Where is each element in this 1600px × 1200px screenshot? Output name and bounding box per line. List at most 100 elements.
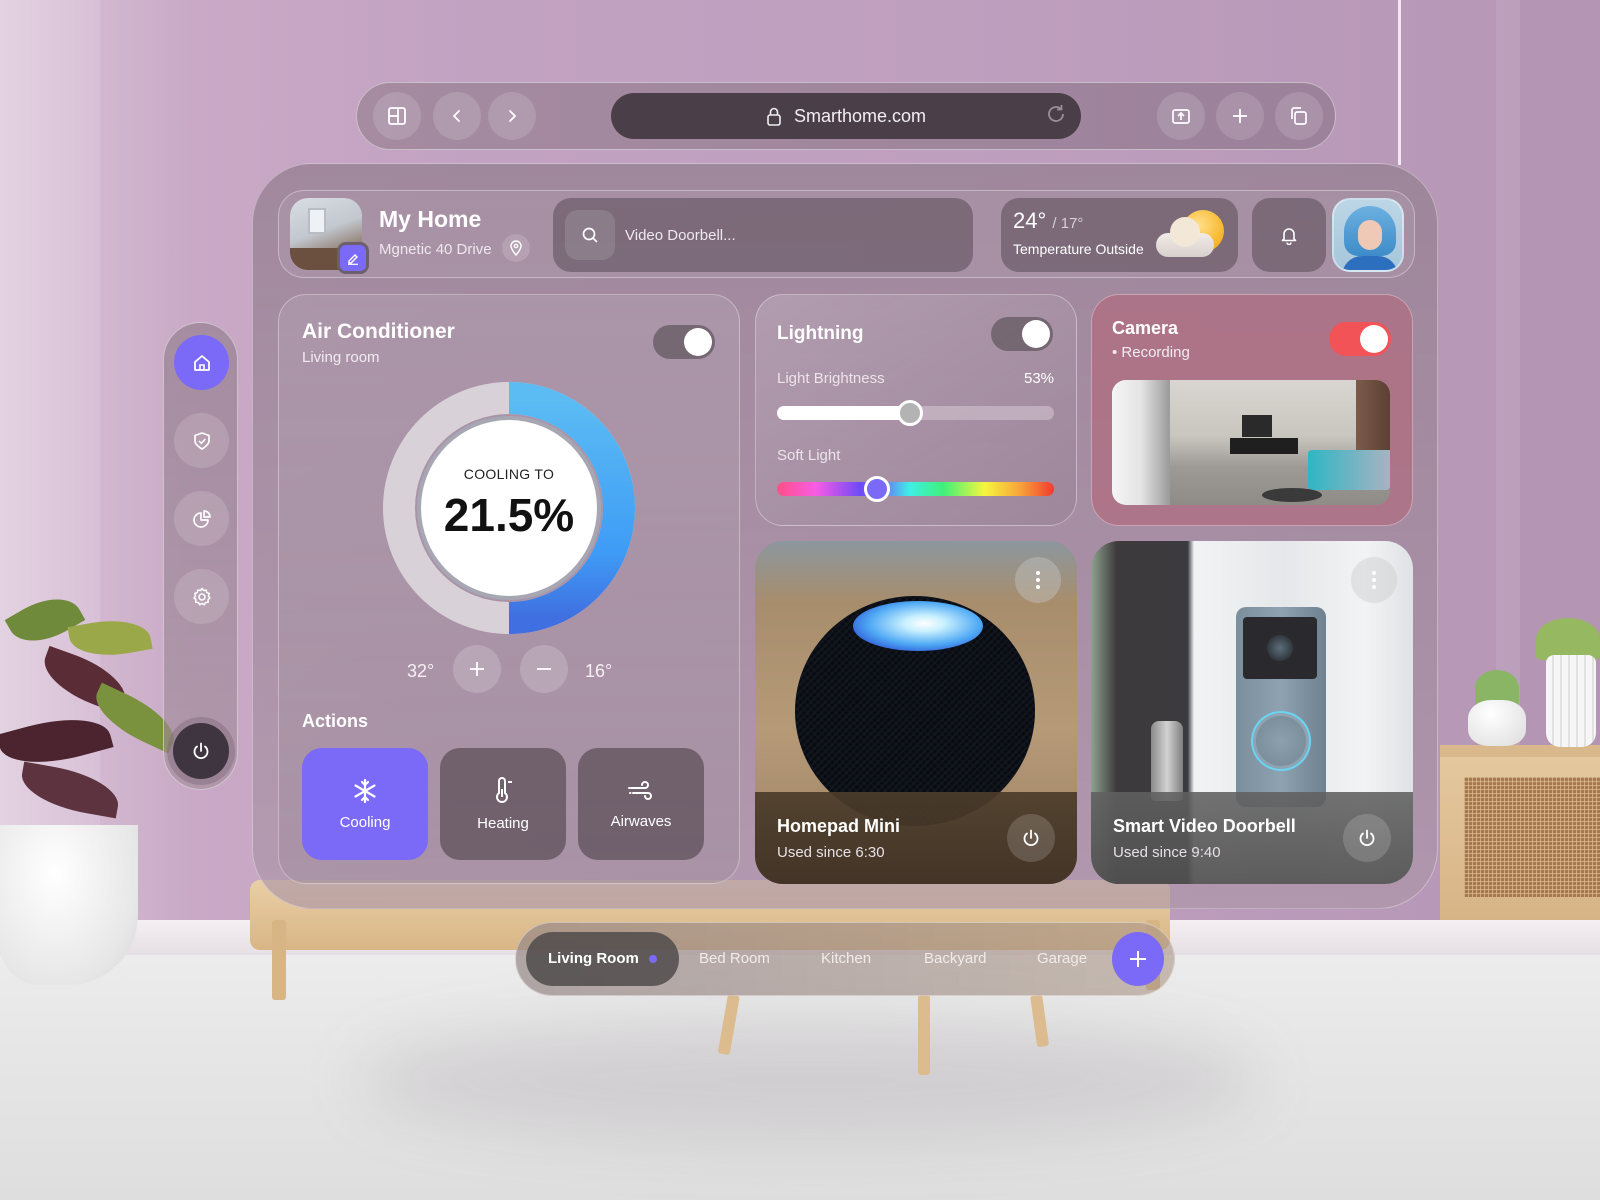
search-button[interactable] (565, 210, 615, 260)
wind-icon (627, 779, 655, 803)
minus-icon (535, 660, 553, 678)
tabs-button[interactable] (1275, 92, 1323, 140)
tab-backyard[interactable]: Backyard (924, 932, 987, 986)
camera-recording-toggle[interactable] (1329, 322, 1391, 356)
device-name: Smart Video Doorbell (1113, 816, 1296, 836)
url-text: Smarthome.com (793, 105, 927, 126)
feed-tv-stand (1230, 438, 1298, 454)
actions-heading: Actions (302, 711, 369, 731)
weather-high: 24° (1013, 208, 1047, 233)
homepod-more-button[interactable] (1015, 557, 1061, 603)
soft-light-slider[interactable] (777, 482, 1054, 496)
action-label: Heating (477, 814, 529, 832)
homepod-power-button[interactable] (1007, 814, 1055, 862)
feed-bed (1308, 450, 1390, 490)
doorbell-more-button[interactable] (1351, 557, 1397, 603)
tab-label: Living Room (548, 950, 639, 967)
tab-bed-room[interactable]: Bed Room (699, 932, 770, 986)
weather-widget: 24° / 17° Temperature Outside (1001, 198, 1238, 272)
sidebar-toggle-button[interactable] (373, 92, 421, 140)
search-input[interactable] (625, 220, 955, 250)
brightness-fill (777, 406, 910, 420)
weather-low: / 17° (1052, 215, 1084, 232)
weather-temps: 24° / 17° (1013, 208, 1083, 234)
doorbell-power-button[interactable] (1343, 814, 1391, 862)
homepod-card[interactable]: Homepad Mini Used since 6:30 (755, 541, 1077, 884)
device-info-bar: Homepad Mini Used since 6:30 (755, 792, 1077, 884)
gauge-min-label: 16° (585, 661, 613, 681)
user-avatar[interactable] (1332, 198, 1404, 272)
device-name: Homepad Mini (777, 816, 901, 836)
toggle-knob (1360, 325, 1388, 353)
back-button[interactable] (433, 92, 481, 140)
airwaves-action-button[interactable]: Airwaves (578, 748, 704, 860)
tab-garage[interactable]: Garage (1037, 932, 1087, 986)
plant-pot (1468, 700, 1526, 746)
sidebar-layout-icon (387, 106, 407, 126)
decrease-temp-button[interactable] (520, 645, 568, 693)
plus-icon (1128, 949, 1148, 969)
home-icon (192, 353, 212, 373)
lock-icon (766, 106, 782, 126)
shield-check-icon (193, 431, 211, 451)
hanging-line (1398, 0, 1401, 165)
tab-living-room[interactable]: Living Room (526, 932, 679, 986)
tabs-icon (1289, 106, 1309, 126)
sidebar-item-power[interactable] (173, 723, 229, 779)
new-tab-button[interactable] (1216, 92, 1264, 140)
notifications-button[interactable] (1252, 198, 1326, 272)
tab-label: Garage (1037, 950, 1088, 967)
gauge-mode-label: COOLING TO (463, 466, 555, 482)
search-icon (581, 226, 599, 244)
thermometer-icon (490, 776, 516, 805)
soft-light-slider-thumb[interactable] (863, 476, 890, 502)
pencil-icon (346, 251, 360, 265)
camera-title: Camera (1112, 318, 1179, 338)
tab-kitchen[interactable]: Kitchen (821, 932, 871, 986)
ac-room: Living room (302, 349, 380, 366)
heating-action-button[interactable]: Heating (440, 748, 566, 860)
reload-icon[interactable] (1045, 103, 1067, 125)
sidebar-item-home[interactable] (174, 335, 229, 390)
sofa-leg (272, 920, 286, 1000)
bell-icon (1280, 225, 1298, 245)
doorbell-lens (1267, 635, 1293, 661)
sidebar-item-stats[interactable] (174, 491, 229, 546)
search-box (553, 198, 973, 272)
ac-power-toggle[interactable] (653, 325, 715, 359)
sidebar-item-security[interactable] (174, 413, 229, 468)
share-button[interactable] (1157, 92, 1205, 140)
forward-button[interactable] (488, 92, 536, 140)
edit-home-button[interactable] (337, 242, 369, 274)
weather-label: Temperature Outside (1013, 241, 1144, 257)
plant-pot (1546, 655, 1596, 747)
address-bar[interactable]: Smarthome.com (611, 93, 1081, 139)
power-icon (1357, 828, 1377, 848)
camera-status: • Recording (1112, 344, 1190, 361)
cabinet-mesh (1464, 777, 1600, 897)
power-icon (1021, 828, 1041, 848)
toggle-knob (1022, 320, 1050, 348)
feed-wall-panel (1356, 380, 1390, 450)
plus-icon (468, 660, 486, 678)
floor-shadow (360, 1020, 1260, 1140)
more-vertical-icon (1035, 570, 1041, 590)
sidebar-item-settings[interactable] (174, 569, 229, 624)
increase-temp-button[interactable] (453, 645, 501, 693)
gauge-value: 21.5% (443, 489, 575, 541)
succulent (1536, 618, 1600, 660)
ac-title: Air Conditioner (302, 320, 455, 343)
action-label: Airwaves (610, 812, 672, 830)
toggle-knob (684, 328, 712, 356)
brightness-slider-thumb[interactable] (896, 400, 923, 426)
add-room-button[interactable] (1112, 932, 1164, 986)
sidebar (163, 322, 238, 790)
home-address: Mgnetic 40 Drive (379, 241, 492, 258)
doorbell-card[interactable]: Smart Video Doorbell Used since 9:40 (1091, 541, 1413, 884)
location-button[interactable] (502, 234, 530, 262)
lighting-power-toggle[interactable] (991, 317, 1053, 351)
camera-feed[interactable] (1112, 380, 1390, 505)
cooling-action-button[interactable]: Cooling (302, 748, 428, 860)
table-leg (918, 995, 930, 1075)
homepod-light (853, 601, 983, 651)
